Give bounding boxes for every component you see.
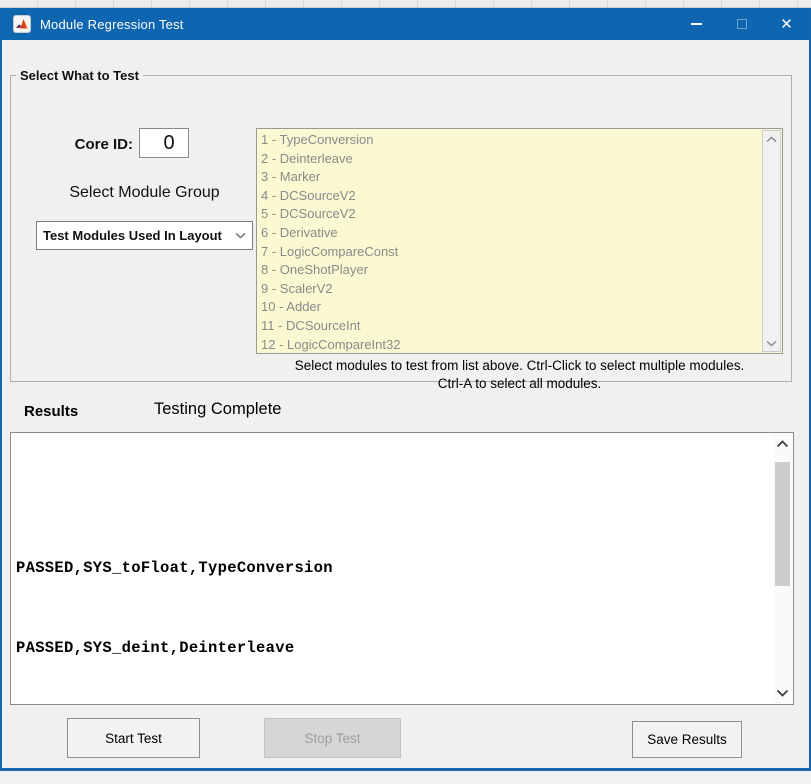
module-list-scrollbar[interactable] — [762, 130, 781, 352]
results-scrollbar[interactable] — [773, 434, 792, 703]
module-list-item[interactable]: 9 - ScalerV2 — [261, 280, 782, 299]
module-list-items: 1 - TypeConversion 2 - Deinterleave 3 - … — [257, 129, 782, 354]
maximize-icon — [737, 19, 747, 29]
stop-test-button: Stop Test — [264, 718, 401, 758]
module-list-item[interactable]: 2 - Deinterleave — [261, 150, 782, 169]
module-list-item[interactable]: 1 - TypeConversion — [261, 131, 782, 150]
module-group-dropdown[interactable]: Test Modules Used In Layout — [36, 221, 253, 250]
help-line-2: Ctrl-A to select all modules. — [256, 375, 783, 393]
module-list-item[interactable]: 3 - Marker — [261, 168, 782, 187]
module-list-item[interactable]: 4 - DCSourceV2 — [261, 187, 782, 206]
start-test-button[interactable]: Start Test — [67, 718, 200, 758]
results-listbox[interactable]: PASSED,SYS_toFloat,TypeConversion PASSED… — [10, 432, 794, 705]
module-group-selected-value: Test Modules Used In Layout — [37, 228, 228, 243]
results-lines: PASSED,SYS_toFloat,TypeConversion PASSED… — [11, 433, 793, 705]
select-what-to-test-group: Select What to Test Core ID: Select Modu… — [10, 75, 792, 382]
core-id-input[interactable] — [139, 128, 189, 158]
scrollbar-thumb[interactable] — [775, 462, 790, 586]
module-list-item[interactable]: 11 - DCSourceInt — [261, 317, 782, 336]
app-window: Module Regression Test ✕ Select What to … — [0, 8, 811, 771]
module-list-item[interactable]: 5 - DCSourceV2 — [261, 205, 782, 224]
module-list-item[interactable]: 8 - OneShotPlayer — [261, 261, 782, 280]
module-list-item[interactable]: 7 - LogicCompareConst — [261, 243, 782, 262]
results-heading: Results — [24, 403, 78, 420]
result-line[interactable]: PASSED,SYS_deint,Deinterleave — [16, 638, 793, 658]
scroll-down-icon[interactable] — [763, 335, 780, 351]
chevron-down-icon — [228, 232, 252, 239]
minimize-button[interactable] — [674, 8, 719, 40]
desktop-background-strip-top — [0, 0, 811, 8]
module-list-item[interactable]: 10 - Adder — [261, 298, 782, 317]
testing-status-text: Testing Complete — [154, 400, 281, 419]
module-listbox[interactable]: 1 - TypeConversion 2 - Deinterleave 3 - … — [256, 128, 783, 354]
core-id-label: Core ID: — [49, 136, 133, 153]
screen: Module Regression Test ✕ Select What to … — [0, 0, 811, 784]
titlebar: Module Regression Test ✕ — [2, 8, 809, 40]
minimize-icon — [691, 23, 702, 25]
result-line[interactable]: PASSED,SYS_toFloat,TypeConversion — [16, 558, 793, 578]
close-button[interactable]: ✕ — [764, 8, 809, 40]
desktop-background-strip-bottom — [0, 771, 811, 784]
scroll-up-icon[interactable] — [773, 434, 792, 454]
maximize-button — [719, 8, 764, 40]
scroll-up-icon[interactable] — [763, 131, 780, 147]
window-title: Module Regression Test — [40, 17, 184, 32]
module-group-label: Select Module Group — [36, 184, 253, 202]
matlab-app-icon — [13, 15, 31, 33]
window-body: Select What to Test Core ID: Select Modu… — [2, 40, 809, 768]
group-legend: Select What to Test — [16, 68, 143, 83]
help-line-1: Select modules to test from list above. … — [256, 357, 783, 375]
module-list-item[interactable]: 12 - LogicCompareInt32 — [261, 336, 782, 354]
window-controls: ✕ — [674, 8, 809, 40]
module-list-item[interactable]: 6 - Derivative — [261, 224, 782, 243]
scroll-down-icon[interactable] — [773, 683, 792, 703]
module-list-help: Select modules to test from list above. … — [256, 357, 783, 393]
save-results-button[interactable]: Save Results — [632, 721, 742, 758]
